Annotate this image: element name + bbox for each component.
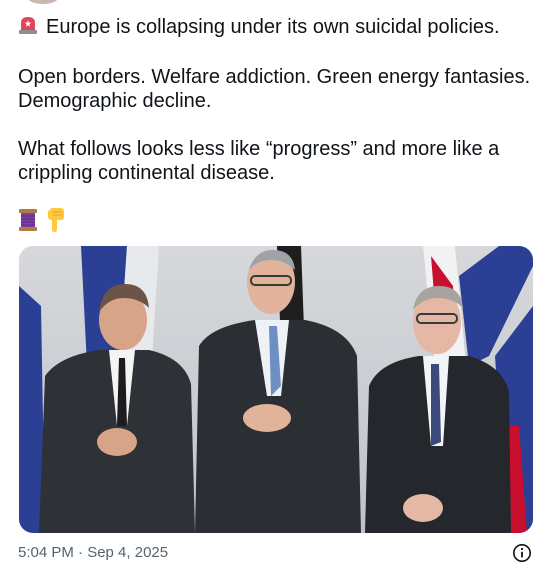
thread-spool-icon: [18, 208, 38, 237]
tweet-headline: Europe is collapsing under its own suici…: [46, 16, 500, 38]
tweet-timestamp[interactable]: 5:04 PM · Sep 4, 2025: [18, 543, 168, 563]
tweet-line-2: Open borders. Welfare addiction. Green e…: [18, 66, 531, 112]
tweet-photo[interactable]: [19, 246, 533, 533]
info-circle-icon[interactable]: [512, 543, 532, 563]
rotating-light-icon: [18, 15, 38, 41]
tweet-line-3: What follows looks less like “progress” …: [18, 138, 500, 184]
emoji-row: [18, 207, 66, 237]
tweet-body: Europe is collapsing under its own suici…: [18, 15, 533, 185]
three-men-in-suits-photo: [19, 246, 533, 533]
pointing-down-hand-icon: [44, 207, 66, 237]
avatar[interactable]: [28, 0, 58, 4]
